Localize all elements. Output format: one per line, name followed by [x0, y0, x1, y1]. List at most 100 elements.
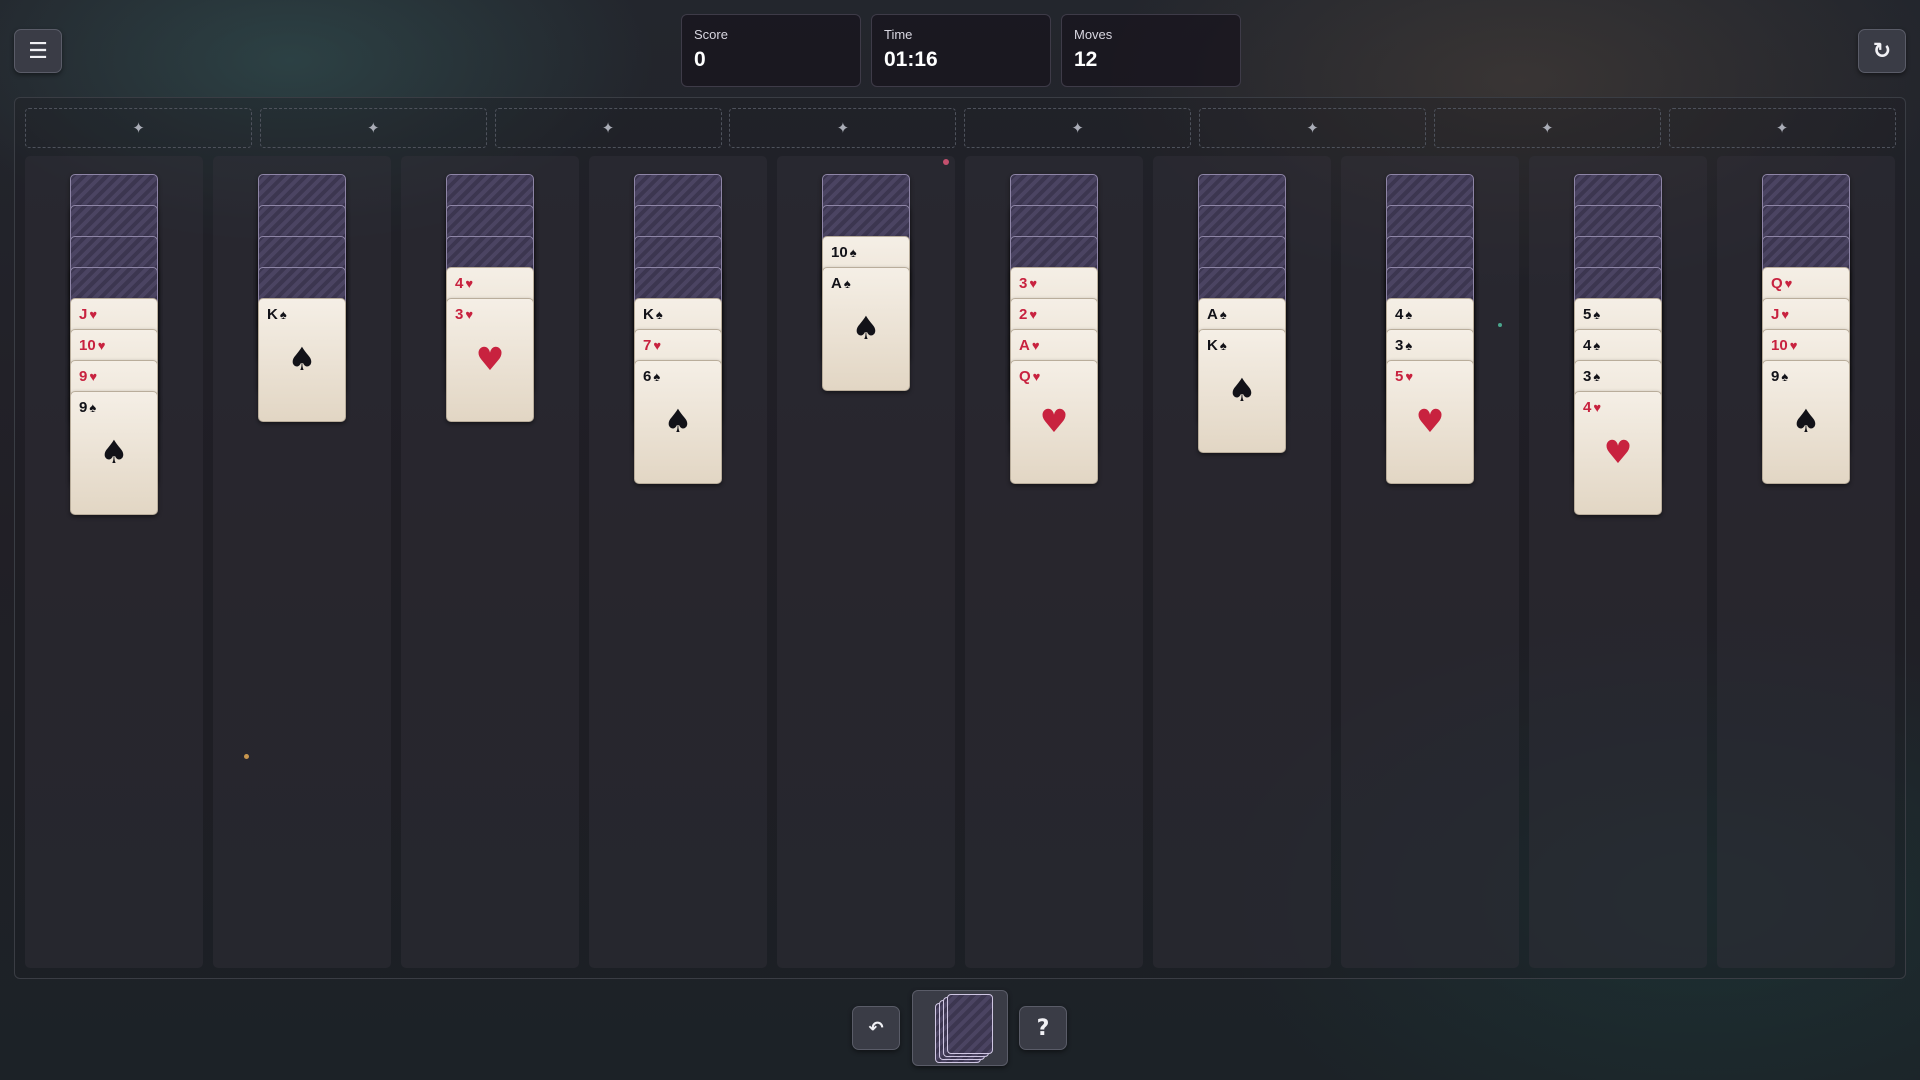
card-corner: K ♠: [1207, 338, 1227, 354]
card-corner: Q ♥: [1019, 369, 1040, 385]
card-rank: 4: [455, 275, 464, 292]
heart-icon: ♥: [89, 307, 98, 322]
card[interactable]: 3 ♥ ♥: [446, 298, 534, 422]
card-rank: J: [79, 306, 88, 323]
heart-icon: ♥: [1784, 276, 1793, 291]
spade-icon: ♠: [1219, 307, 1227, 322]
time-panel: Time 01:16: [871, 14, 1051, 87]
card-corner: 7 ♥: [643, 338, 661, 354]
spade-icon: ♠: [287, 340, 317, 378]
foundation-slot[interactable]: ✦: [729, 108, 957, 148]
card[interactable]: 9 ♠ ♠: [70, 391, 158, 515]
card-rank: A: [1207, 306, 1218, 323]
spade-icon: ♠: [99, 433, 129, 471]
heart-icon: ♥: [1593, 400, 1602, 415]
sparkle-icon: ✦: [367, 119, 380, 137]
card-rank: 6: [643, 368, 652, 385]
foundation-slot[interactable]: ✦: [1433, 108, 1661, 148]
card-corner: 10 ♥: [1771, 338, 1797, 354]
card-corner: 10 ♥: [79, 338, 105, 354]
heart-icon: ♥: [465, 276, 474, 291]
sparkle-dot: [1498, 323, 1502, 327]
undo-button[interactable]: ↶: [852, 1006, 900, 1050]
card-corner: 3 ♠: [1583, 369, 1600, 385]
foundation-slot[interactable]: ✦: [964, 108, 1192, 148]
card-rank: 9: [79, 368, 88, 385]
card-corner: A ♠: [1207, 307, 1227, 323]
hamburger-icon: ☰: [28, 38, 48, 64]
sparkle-dot: [244, 754, 249, 759]
card-rank: 3: [455, 306, 464, 323]
foundation-slot[interactable]: ✦: [259, 108, 487, 148]
card[interactable]: K ♠ ♠: [258, 298, 346, 422]
spade-icon: ♠: [843, 276, 851, 291]
score-label: Score: [694, 27, 728, 42]
card[interactable]: K ♠ ♠: [1198, 329, 1286, 453]
hint-button[interactable]: ?: [1019, 1006, 1067, 1050]
card-rank: 4: [1583, 337, 1592, 354]
heart-icon: ♥: [1415, 402, 1445, 440]
heart-icon: ♥: [475, 340, 505, 378]
card-rank: 9: [1771, 368, 1780, 385]
card-rank: 10: [79, 337, 96, 354]
time-label: Time: [884, 27, 913, 42]
time-value: 01:16: [884, 48, 938, 71]
card-rank: 4: [1395, 306, 1404, 323]
spade-icon: ♠: [849, 245, 857, 260]
stock-pile[interactable]: [912, 990, 1008, 1066]
heart-icon: ♥: [653, 338, 662, 353]
spade-icon: ♠: [1593, 307, 1601, 322]
spade-icon: ♠: [279, 307, 287, 322]
card-rank: 3: [1395, 337, 1404, 354]
heart-icon: ♥: [1031, 338, 1040, 353]
card-corner: J ♥: [1771, 307, 1789, 323]
sparkle-icon: ✦: [1541, 119, 1554, 137]
card[interactable]: 6 ♠ ♠: [634, 360, 722, 484]
sparkle-icon: ✦: [601, 119, 615, 137]
card-rank: K: [1207, 337, 1218, 354]
card-corner: J ♥: [79, 307, 97, 323]
heart-icon: ♥: [1032, 369, 1041, 384]
card-rank: A: [1019, 337, 1030, 354]
card-corner: 10 ♠: [831, 245, 857, 261]
card-corner: 2 ♥: [1019, 307, 1037, 323]
restart-button[interactable]: ↻: [1858, 29, 1906, 73]
restart-icon: ↻: [1872, 38, 1892, 64]
card[interactable]: 9 ♠ ♠: [1762, 360, 1850, 484]
foundation-slot[interactable]: ✦: [1199, 108, 1426, 148]
card[interactable]: 4 ♥ ♥: [1574, 391, 1662, 515]
spade-icon: ♠: [653, 369, 661, 384]
card[interactable]: 5 ♥ ♥: [1386, 360, 1474, 484]
card-rank: 10: [831, 244, 848, 261]
menu-button[interactable]: ☰: [14, 29, 62, 73]
undo-icon: ↶: [868, 1017, 884, 1039]
card-corner: 9 ♠: [79, 400, 96, 416]
heart-icon: ♥: [1781, 307, 1790, 322]
card-corner: 5 ♥: [1395, 369, 1413, 385]
sparkle-dot: [943, 159, 949, 165]
card-corner: 4 ♥: [455, 276, 473, 292]
moves-label: Moves: [1074, 27, 1113, 42]
heart-icon: ♥: [1405, 369, 1414, 384]
sparkle-icon: ✦: [1775, 119, 1789, 137]
card-rank: K: [643, 306, 654, 323]
heart-icon: ♥: [89, 369, 98, 384]
spade-icon: ♠: [1593, 369, 1601, 384]
card-rank: 2: [1019, 306, 1028, 323]
card-rank: 5: [1583, 306, 1592, 323]
foundation-slot[interactable]: ✦: [25, 108, 252, 148]
score-value: 0: [694, 48, 706, 71]
card-rank: A: [831, 275, 842, 292]
card[interactable]: A ♠ ♠: [822, 267, 910, 391]
spade-icon: ♠: [1219, 338, 1227, 353]
card-corner: 9 ♠: [1771, 369, 1788, 385]
spade-icon: ♠: [1781, 369, 1789, 384]
spade-icon: ♠: [1593, 338, 1601, 353]
foundation-slot[interactable]: ✦: [494, 108, 722, 148]
sparkle-icon: ✦: [132, 119, 145, 137]
card[interactable]: Q ♥ ♥: [1010, 360, 1098, 484]
card-corner: 5 ♠: [1583, 307, 1600, 323]
card-corner: A ♥: [1019, 338, 1040, 354]
card-rank: J: [1771, 306, 1780, 323]
foundation-slot[interactable]: ✦: [1668, 108, 1896, 148]
